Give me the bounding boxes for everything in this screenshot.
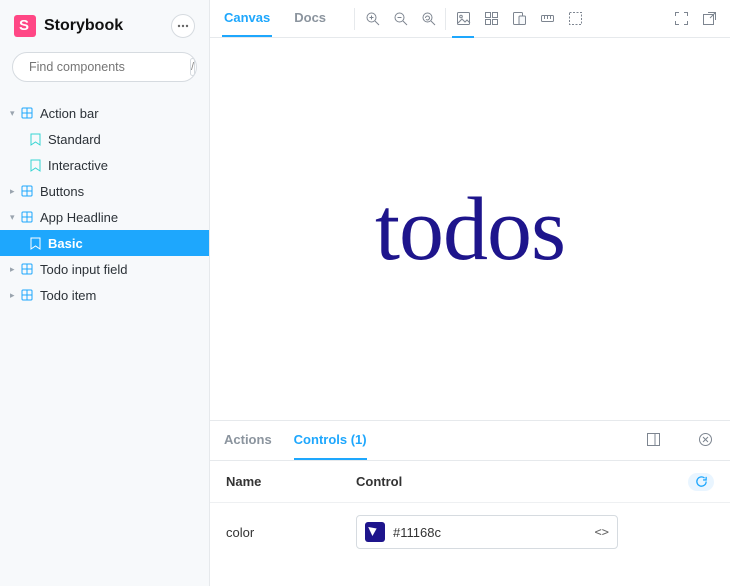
zoom-in-button[interactable]	[363, 10, 381, 28]
sidebar-menu-button[interactable]	[171, 14, 195, 38]
addons-panel: Actions Controls (1) Name Control color …	[210, 420, 730, 586]
ellipsis-icon	[177, 20, 189, 32]
background-button[interactable]	[454, 10, 472, 28]
sidebar-item-label: Action bar	[40, 106, 99, 121]
sidebar-item-todo-item[interactable]: ▸ Todo item	[0, 282, 209, 308]
sidebar-item-label: Basic	[48, 236, 83, 251]
tab-actions[interactable]: Actions	[224, 421, 272, 460]
sidebar: Storybook / ▾ Action bar Standard Intera…	[0, 0, 210, 586]
fullscreen-button[interactable]	[672, 10, 690, 28]
zoom-reset-button[interactable]	[419, 10, 437, 28]
zoom-group	[363, 10, 437, 28]
sidebar-header: Storybook	[0, 0, 209, 48]
preview-headline: todos	[375, 178, 565, 281]
color-value-input[interactable]	[393, 525, 589, 540]
storybook-logo-icon	[14, 15, 36, 37]
measure-button[interactable]	[538, 10, 556, 28]
component-tree: ▾ Action bar Standard Interactive ▸ Butt…	[0, 94, 209, 308]
tab-docs[interactable]: Docs	[292, 0, 328, 37]
toolbar-divider	[445, 8, 446, 30]
toolbar-divider	[354, 8, 355, 30]
panel-tabs: Actions Controls (1)	[210, 421, 730, 461]
component-icon	[20, 184, 34, 198]
sidebar-item-label: App Headline	[40, 210, 118, 225]
sidebar-item-label: Todo input field	[40, 262, 127, 277]
caret-down-icon: ▾	[10, 108, 18, 119]
preview-canvas: todos	[210, 38, 730, 420]
column-name: Name	[226, 474, 356, 489]
grid-button[interactable]	[482, 10, 500, 28]
color-swatch[interactable]	[365, 522, 385, 542]
component-icon	[20, 262, 34, 276]
reset-controls-button[interactable]	[688, 473, 714, 491]
caret-down-icon: ▾	[10, 212, 18, 223]
caret-right-icon: ▸	[10, 264, 18, 275]
zoom-out-button[interactable]	[391, 10, 409, 28]
color-control[interactable]: <>	[356, 515, 618, 549]
tab-canvas[interactable]: Canvas	[222, 0, 272, 37]
toolbar: Canvas Docs	[210, 0, 730, 38]
story-icon	[28, 236, 42, 250]
sidebar-item-buttons[interactable]: ▸ Buttons	[0, 178, 209, 204]
sidebar-item-basic[interactable]: Basic	[0, 230, 209, 256]
open-new-tab-button[interactable]	[700, 10, 718, 28]
window-group	[672, 10, 718, 28]
controls-header: Name Control	[210, 461, 730, 503]
sidebar-item-label: Standard	[48, 132, 101, 147]
column-control: Control	[356, 474, 688, 489]
control-name: color	[226, 525, 356, 540]
preview-tabs: Canvas Docs	[222, 0, 328, 37]
main: Canvas Docs todos Actions Controls (1)	[210, 0, 730, 586]
sidebar-item-label: Interactive	[48, 158, 108, 173]
search-input[interactable]	[29, 60, 190, 74]
control-row-color: color <>	[210, 503, 730, 561]
viewport-button[interactable]	[510, 10, 528, 28]
tab-controls[interactable]: Controls (1)	[294, 421, 367, 460]
story-icon	[28, 158, 42, 172]
component-icon	[20, 288, 34, 302]
panel-close-button[interactable]	[698, 432, 716, 450]
component-icon	[20, 210, 34, 224]
search-input-wrapper[interactable]: /	[12, 52, 197, 82]
sidebar-item-label: Todo item	[40, 288, 96, 303]
brand-title: Storybook	[44, 17, 171, 35]
caret-right-icon: ▸	[10, 186, 18, 197]
color-format-toggle[interactable]: <>	[589, 525, 609, 539]
caret-right-icon: ▸	[10, 290, 18, 301]
addon-group	[454, 10, 584, 28]
sidebar-item-todo-input-field[interactable]: ▸ Todo input field	[0, 256, 209, 282]
sidebar-item-label: Buttons	[40, 184, 84, 199]
panel-orientation-button[interactable]	[646, 432, 664, 450]
outline-button[interactable]	[566, 10, 584, 28]
sidebar-search: /	[12, 52, 197, 82]
component-icon	[20, 106, 34, 120]
sidebar-item-standard[interactable]: Standard	[0, 126, 209, 152]
story-icon	[28, 132, 42, 146]
search-shortcut-key: /	[190, 58, 195, 76]
sidebar-item-action-bar[interactable]: ▾ Action bar	[0, 100, 209, 126]
sidebar-item-interactive[interactable]: Interactive	[0, 152, 209, 178]
sidebar-item-app-headline[interactable]: ▾ App Headline	[0, 204, 209, 230]
